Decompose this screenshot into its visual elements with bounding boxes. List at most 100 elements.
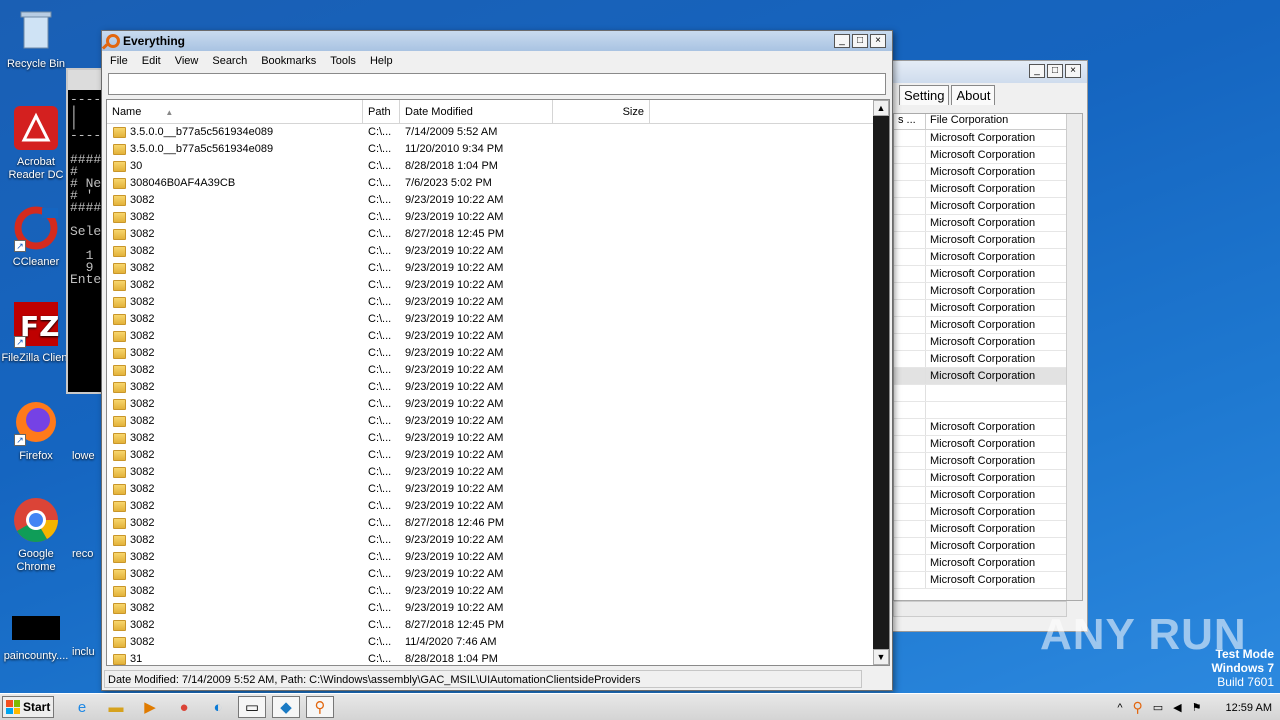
list-row[interactable]: Microsoft Corporation (894, 487, 1082, 504)
close-icon[interactable]: × (870, 34, 886, 48)
maximize-icon[interactable]: □ (1047, 64, 1063, 78)
table-row[interactable]: 3082 C:\... 9/23/2019 10:22 AM (107, 566, 873, 583)
start-button[interactable]: Start (2, 696, 54, 718)
list-row[interactable]: Microsoft Corporation (894, 232, 1082, 249)
column-header-company[interactable]: File Corporation (926, 114, 1068, 129)
list-row[interactable]: Microsoft Corporation (894, 470, 1082, 487)
list-row[interactable]: Microsoft Corporation (894, 130, 1082, 147)
chrome-icon[interactable]: Google Chrome (0, 496, 72, 574)
list-row[interactable]: Microsoft Corporation (894, 521, 1082, 538)
console-titlebar[interactable] (68, 70, 104, 90)
table-row[interactable]: 3082 C:\... 9/23/2019 10:22 AM (107, 277, 873, 294)
table-row[interactable]: 3082 C:\... 8/27/2018 12:45 PM (107, 226, 873, 243)
table-row[interactable]: 3082 C:\... 9/23/2019 10:22 AM (107, 481, 873, 498)
table-row[interactable]: 3082 C:\... 9/23/2019 10:22 AM (107, 532, 873, 549)
list-row[interactable]: Microsoft Corporation (894, 266, 1082, 283)
firefox-icon[interactable]: ↗ Firefox (0, 398, 72, 463)
vertical-scrollbar[interactable]: ▲ ▼ (873, 100, 889, 665)
table-row[interactable]: 3082 C:\... 9/23/2019 10:22 AM (107, 311, 873, 328)
list-row[interactable]: Microsoft Corporation (894, 453, 1082, 470)
search-input[interactable] (108, 73, 886, 95)
ccleaner-icon[interactable]: ↗ CCleaner (0, 204, 72, 269)
minimize-icon[interactable]: _ (1029, 64, 1045, 78)
list-row[interactable]: Microsoft Corporation (894, 164, 1082, 181)
scroll-up-icon[interactable]: ▲ (873, 100, 889, 116)
company-list[interactable]: s ... File Corporation Microsoft Corpora… (893, 113, 1083, 601)
volume-icon[interactable]: ◀ (1173, 701, 1181, 714)
table-row[interactable]: 3082 C:\... 9/23/2019 10:22 AM (107, 549, 873, 566)
menu-view[interactable]: View (175, 55, 199, 67)
table-row[interactable]: 3082 C:\... 9/23/2019 10:22 AM (107, 447, 873, 464)
list-row[interactable]: Microsoft Corporation (894, 283, 1082, 300)
menu-edit[interactable]: Edit (142, 55, 161, 67)
table-row[interactable]: 3082 C:\... 9/23/2019 10:22 AM (107, 243, 873, 260)
table-row[interactable]: 3082 C:\... 9/23/2019 10:22 AM (107, 600, 873, 617)
list-row[interactable]: Microsoft Corporation (894, 351, 1082, 368)
table-row[interactable]: 3082 C:\... 9/23/2019 10:22 AM (107, 413, 873, 430)
list-row[interactable]: Microsoft Corporation (894, 147, 1082, 164)
console-window[interactable]: ----- | | ----- #### # # Ne # ' #### Sel… (66, 68, 109, 394)
close-icon[interactable]: × (1065, 64, 1081, 78)
menu-bookmarks[interactable]: Bookmarks (261, 55, 316, 67)
table-row[interactable]: 3082 C:\... 9/23/2019 10:22 AM (107, 379, 873, 396)
explorer-icon[interactable]: ▬ (102, 696, 130, 718)
list-row[interactable]: Microsoft Corporation (894, 538, 1082, 555)
paincounty-icon[interactable]: paincounty.... (0, 612, 72, 677)
table-row[interactable]: 3082 C:\... 9/23/2019 10:22 AM (107, 345, 873, 362)
scroll-down-icon[interactable]: ▼ (873, 649, 889, 665)
table-row[interactable]: 3082 C:\... 11/4/2020 7:46 AM (107, 634, 873, 651)
background-window[interactable]: _ □ × Setting About s ... File Corporati… (890, 60, 1088, 632)
acrobat-reader-icon[interactable]: Acrobat Reader DC (0, 104, 72, 182)
table-row[interactable]: 3.5.0.0__b77a5c561934e089 C:\... 7/14/2009… (107, 124, 873, 141)
maximize-icon[interactable]: □ (852, 34, 868, 48)
table-row[interactable]: 3082 C:\... 9/23/2019 10:22 AM (107, 464, 873, 481)
background-window-titlebar[interactable]: _ □ × (891, 61, 1087, 83)
table-row[interactable]: 3082 C:\... 9/23/2019 10:22 AM (107, 260, 873, 277)
column-header-path[interactable]: Path (363, 100, 400, 123)
list-row[interactable]: Microsoft Corporation (894, 436, 1082, 453)
list-row[interactable]: Microsoft Corporation (894, 334, 1082, 351)
minimize-icon[interactable]: _ (834, 34, 850, 48)
table-row[interactable]: 3082 C:\... 9/23/2019 10:22 AM (107, 192, 873, 209)
ie-icon[interactable]: e (68, 696, 96, 718)
column-header[interactable]: s ... (894, 114, 926, 129)
table-row[interactable]: 3082 C:\... 8/27/2018 12:46 PM (107, 515, 873, 532)
table-row[interactable]: 30 C:\... 8/28/2018 1:04 PM (107, 158, 873, 175)
table-row[interactable]: 3082 C:\... 9/23/2019 10:22 AM (107, 294, 873, 311)
list-row[interactable]: Microsoft Corporation (894, 419, 1082, 436)
column-header-size[interactable]: Size (553, 100, 650, 123)
tab-about[interactable]: About (951, 85, 996, 105)
table-row[interactable]: 3082 C:\... 9/23/2019 10:22 AM (107, 430, 873, 447)
column-header-name[interactable]: Name ▲ (107, 100, 363, 123)
list-row[interactable] (894, 402, 1082, 419)
vertical-scrollbar[interactable] (1066, 114, 1082, 600)
table-row[interactable]: 31 C:\... 8/28/2018 1:04 PM (107, 651, 873, 665)
network-icon[interactable]: ▭ (1153, 701, 1163, 714)
menu-help[interactable]: Help (370, 55, 393, 67)
console-task-icon[interactable]: ▭ (238, 696, 266, 718)
tool-task-icon[interactable]: ◆ (272, 696, 300, 718)
list-row[interactable]: Microsoft Corporation (894, 504, 1082, 521)
column-header-date[interactable]: Date Modified (400, 100, 553, 123)
everything-tray-icon[interactable]: ⚲ (1133, 699, 1143, 716)
list-row[interactable]: Microsoft Corporation (894, 249, 1082, 266)
table-row[interactable]: 3.5.0.0__b77a5c561934e089 C:\... 11/20/201… (107, 141, 873, 158)
tray-expand-icon[interactable]: ^ (1117, 702, 1122, 714)
tab-setting[interactable]: Setting (899, 85, 950, 105)
everything-titlebar[interactable]: Everything _ □ × (102, 31, 892, 51)
list-row[interactable]: Microsoft Corporation (894, 368, 1082, 385)
list-row[interactable]: Microsoft Corporation (894, 300, 1082, 317)
everything-task-icon[interactable]: ⚲ (306, 696, 334, 718)
menu-tools[interactable]: Tools (330, 55, 356, 67)
list-row[interactable]: Microsoft Corporation (894, 555, 1082, 572)
action-center-flag-icon[interactable]: ⚑ (1192, 701, 1202, 714)
clock[interactable]: 12:59 AM (1226, 702, 1272, 714)
menu-search[interactable]: Search (212, 55, 247, 67)
menu-file[interactable]: File (110, 55, 128, 67)
list-row[interactable]: Microsoft Corporation (894, 198, 1082, 215)
list-row[interactable] (894, 385, 1082, 402)
list-row[interactable]: Microsoft Corporation (894, 572, 1082, 589)
filezilla-icon[interactable]: FZ ↗ FileZilla Client (0, 300, 72, 365)
list-row[interactable]: Microsoft Corporation (894, 215, 1082, 232)
list-row[interactable]: Microsoft Corporation (894, 317, 1082, 334)
